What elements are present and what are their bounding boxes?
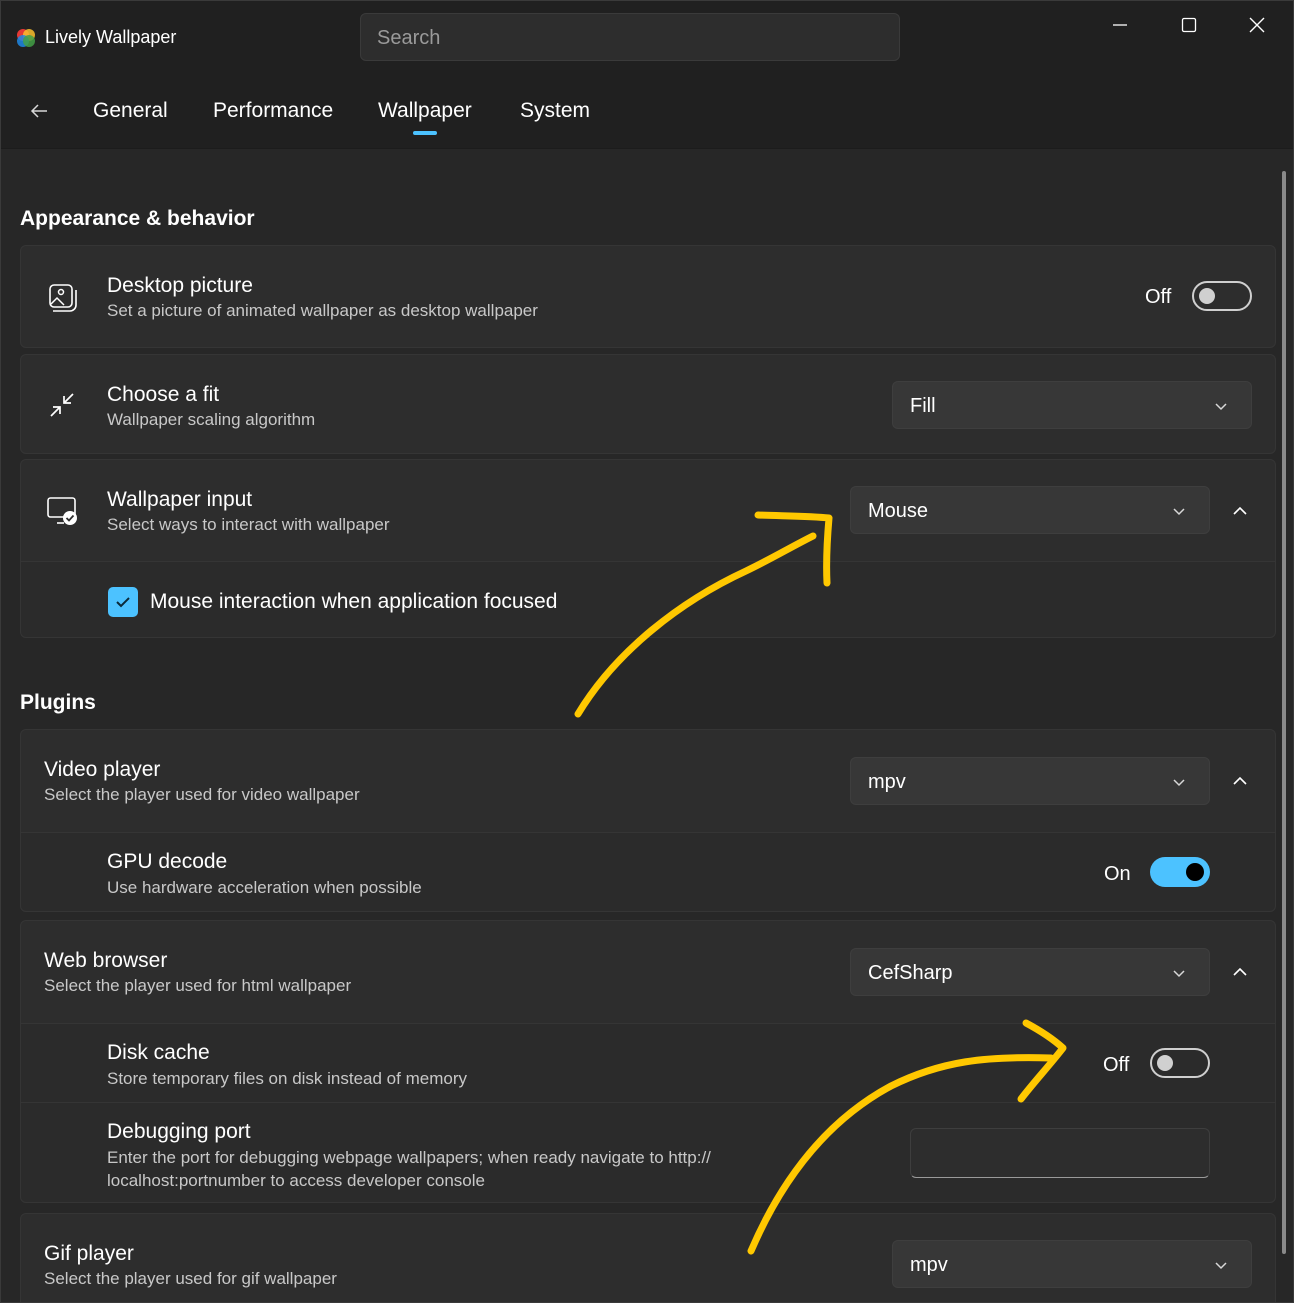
chevron-down-icon xyxy=(1173,508,1185,516)
video-player-value: mpv xyxy=(868,771,906,793)
close-button[interactable] xyxy=(1235,9,1279,41)
wallpaper-input-dropdown[interactable]: Mouse xyxy=(850,486,1210,534)
wallpaper-input-collapse-button[interactable] xyxy=(1222,493,1258,529)
wallpaper-input-value: Mouse xyxy=(868,500,929,522)
nav-bar: General Performance Wallpaper System xyxy=(1,73,1293,148)
wallpaper-input-desc: Select ways to interact with wallpaper xyxy=(107,515,390,534)
gif-player-title: Gif player xyxy=(44,1242,134,1265)
picture-icon xyxy=(49,284,77,312)
disk-cache-desc: Store temporary files on disk instead of… xyxy=(107,1069,467,1088)
settings-content: Appearance & behavior Desktop picture Se… xyxy=(1,148,1293,1302)
web-browser-collapse-button[interactable] xyxy=(1222,954,1258,990)
video-player-title: Video player xyxy=(44,758,161,781)
search-box[interactable]: Search xyxy=(360,13,900,61)
desktop-picture-card: Desktop picture Set a picture of animate… xyxy=(20,245,1276,348)
choose-fit-title: Choose a fit xyxy=(107,383,220,406)
web-browser-value: CefSharp xyxy=(868,962,953,984)
debugging-port-title: Debugging port xyxy=(107,1120,251,1143)
shrink-arrows-icon xyxy=(50,393,74,417)
disk-cache-toggle[interactable] xyxy=(1150,1048,1210,1078)
chevron-down-icon xyxy=(1215,1262,1227,1270)
tab-performance[interactable]: Performance xyxy=(213,99,333,123)
choose-fit-dropdown[interactable]: Fill xyxy=(892,381,1252,429)
checkmark-icon xyxy=(116,597,130,608)
debugging-port-input[interactable] xyxy=(910,1128,1210,1178)
wallpaper-input-title: Wallpaper input xyxy=(107,488,253,511)
debugging-port-row: Debugging port Enter the port for debugg… xyxy=(20,1102,1276,1203)
desktop-picture-title: Desktop picture xyxy=(107,274,253,297)
maximize-button[interactable] xyxy=(1167,9,1211,41)
chevron-down-icon xyxy=(1173,970,1185,978)
back-arrow-icon xyxy=(30,104,47,118)
search-input[interactable]: Search xyxy=(377,27,440,50)
web-browser-title: Web browser xyxy=(44,949,168,972)
web-browser-desc: Select the player used for html wallpape… xyxy=(44,976,352,995)
close-icon xyxy=(1249,17,1265,33)
debugging-port-desc-line2: localhost:portnumber to access developer… xyxy=(107,1171,485,1190)
web-browser-dropdown[interactable]: CefSharp xyxy=(850,948,1210,996)
video-player-desc: Select the player used for video wallpap… xyxy=(44,785,360,804)
choose-fit-card: Choose a fit Wallpaper scaling algorithm… xyxy=(20,354,1276,454)
back-button[interactable] xyxy=(23,95,55,127)
chevron-up-icon xyxy=(1233,967,1247,976)
tab-system[interactable]: System xyxy=(520,99,590,123)
choose-fit-value: Fill xyxy=(910,395,936,417)
wallpaper-input-options: Mouse interaction when application focus… xyxy=(20,561,1276,638)
disk-cache-state: Off xyxy=(1103,1054,1130,1076)
chevron-down-icon xyxy=(1173,779,1185,787)
tab-general[interactable]: General xyxy=(93,99,168,123)
section-title-appearance: Appearance & behavior xyxy=(20,207,255,230)
mouse-interaction-label[interactable]: Mouse interaction when application focus… xyxy=(150,590,557,614)
vertical-scrollbar[interactable] xyxy=(1282,171,1286,1254)
gpu-decode-toggle[interactable] xyxy=(1150,857,1210,887)
video-player-card: Video player Select the player used for … xyxy=(20,729,1276,833)
minimize-icon xyxy=(1113,24,1127,26)
web-browser-card: Web browser Select the player used for h… xyxy=(20,920,1276,1024)
gif-player-desc: Select the player used for gif wallpaper xyxy=(44,1269,337,1288)
wallpaper-input-card: Wallpaper input Select ways to interact … xyxy=(20,459,1276,562)
choose-fit-desc: Wallpaper scaling algorithm xyxy=(107,410,316,429)
gif-player-value: mpv xyxy=(910,1254,948,1276)
disk-cache-row: Disk cache Store temporary files on disk… xyxy=(20,1023,1276,1103)
desktop-picture-state: Off xyxy=(1145,286,1172,308)
desktop-picture-desc: Set a picture of animated wallpaper as d… xyxy=(107,301,538,320)
gpu-decode-row: GPU decode Use hardware acceleration whe… xyxy=(20,832,1276,912)
maximize-icon xyxy=(1181,17,1197,33)
chevron-up-icon xyxy=(1233,776,1247,785)
video-player-dropdown[interactable]: mpv xyxy=(850,757,1210,805)
monitor-check-icon xyxy=(47,497,77,525)
tab-wallpaper[interactable]: Wallpaper xyxy=(378,99,472,123)
section-title-plugins: Plugins xyxy=(20,691,96,714)
app-window: Lively Wallpaper Search General Performa… xyxy=(0,0,1294,1303)
video-player-collapse-button[interactable] xyxy=(1222,763,1258,799)
gif-player-card: Gif player Select the player used for gi… xyxy=(20,1213,1276,1302)
gpu-decode-title: GPU decode xyxy=(107,850,228,873)
gif-player-dropdown[interactable]: mpv xyxy=(892,1240,1252,1288)
mouse-interaction-checkbox[interactable] xyxy=(108,587,138,617)
gpu-decode-state: On xyxy=(1104,863,1131,885)
disk-cache-title: Disk cache xyxy=(107,1041,210,1064)
app-title: Lively Wallpaper xyxy=(45,27,177,47)
chevron-down-icon xyxy=(1215,403,1227,411)
debugging-port-desc-line1: Enter the port for debugging webpage wal… xyxy=(107,1148,711,1167)
chevron-up-icon xyxy=(1233,506,1247,515)
lively-logo-icon xyxy=(17,29,35,47)
desktop-picture-toggle[interactable] xyxy=(1192,281,1252,311)
title-bar: Lively Wallpaper Search xyxy=(1,1,1293,73)
minimize-button[interactable] xyxy=(1098,9,1142,41)
gpu-decode-desc: Use hardware acceleration when possible xyxy=(107,878,422,897)
active-tab-indicator xyxy=(413,131,437,135)
